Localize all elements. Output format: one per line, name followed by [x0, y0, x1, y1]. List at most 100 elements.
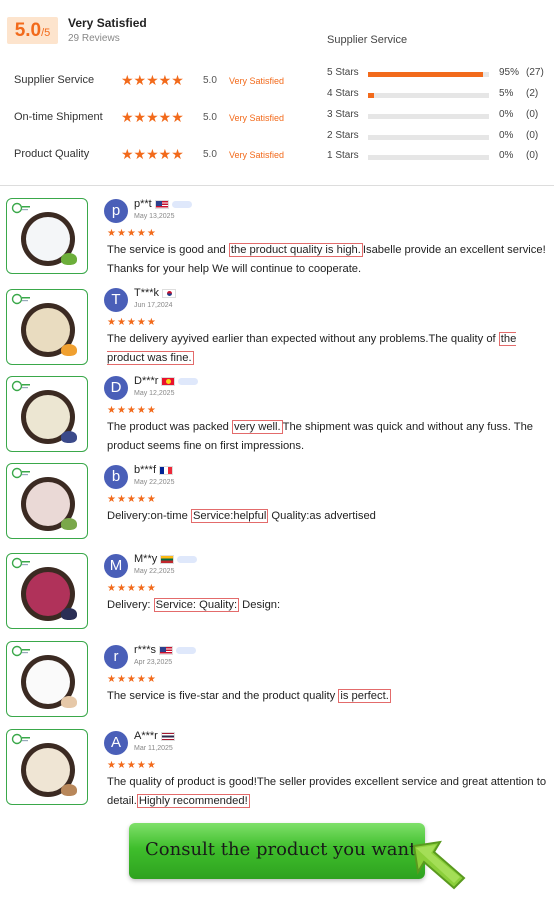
review-text: The service is good and the product qual… — [107, 241, 551, 279]
review-stars-icon: ★★★★★ — [107, 405, 157, 416]
reviewer-avatar: M — [104, 554, 128, 578]
verified-badge-icon — [171, 200, 192, 208]
product-thumbnail[interactable] — [6, 463, 88, 539]
rating-value: 5.0 — [203, 149, 217, 160]
product-thumbnail[interactable] — [6, 289, 88, 365]
overall-score-badge: 5.0/5 — [7, 17, 58, 44]
distribution-count: (27) — [526, 67, 544, 78]
rating-label: On-time Shipment — [14, 111, 103, 123]
distribution-row-5: 5 Stars 95% (27) — [327, 67, 551, 83]
reviews-count: 29 Reviews — [68, 33, 120, 44]
review-text-part: The service is five-star and the product… — [107, 690, 339, 702]
rating-row-product-quality: Product Quality ★★★★★ 5.0 Very Satisfied — [14, 146, 314, 166]
garnish-icon — [61, 344, 77, 356]
reviewer-avatar: b — [104, 465, 128, 489]
review-highlight: Service: Quality: — [153, 598, 240, 612]
garnish-icon — [61, 696, 77, 708]
five-stars-icon: ★★★★★ — [121, 146, 184, 162]
rating-text: Very Satisfied — [229, 76, 285, 86]
verified-badge-icon — [178, 377, 199, 385]
review-text-part: Delivery: — [107, 599, 154, 611]
reviewer-name: D***r — [134, 375, 159, 387]
satisfaction-title: Very Satisfied — [68, 16, 147, 30]
distribution-bar — [368, 93, 489, 98]
reviewer-name: p**t — [134, 198, 152, 210]
product-thumbnail[interactable] — [6, 376, 88, 452]
review-text-part: The service is good and — [107, 244, 229, 256]
consult-product-button[interactable]: Consult the product you want — [129, 823, 425, 879]
overall-score: 5.0 — [14, 20, 42, 41]
review-text: The quality of product is good!The selle… — [107, 773, 551, 811]
review-highlight: very well. — [232, 420, 283, 434]
distribution-label: 5 Stars — [327, 67, 359, 78]
garnish-icon — [61, 608, 77, 620]
verified-badge-icon — [176, 646, 197, 654]
review-text-part: Delivery:on-time — [107, 510, 191, 522]
distribution-bar — [368, 155, 489, 160]
review-text: Delivery:on-time Service:helpful Quality… — [107, 507, 551, 526]
review-text: The product was packed very well. The shi… — [107, 418, 551, 456]
rating-row-supplier-service: Supplier Service ★★★★★ 5.0 Very Satisfie… — [14, 72, 314, 92]
reviewer-name-line: D***r — [134, 375, 199, 387]
review-text-part: Design: — [239, 599, 281, 611]
review-stars-icon: ★★★★★ — [107, 494, 157, 505]
rating-text: Very Satisfied — [229, 113, 285, 123]
rating-value: 5.0 — [203, 75, 217, 86]
distribution-heading: Supplier Service — [327, 34, 408, 46]
review-text-part: Quality:as advertised — [268, 510, 376, 522]
review-highlight: is perfect. — [338, 689, 391, 703]
reviewer-name: r***s — [134, 644, 157, 656]
review-stars-icon: ★★★★★ — [107, 583, 157, 594]
brand-logo-icon — [11, 467, 30, 479]
distribution-bar — [368, 135, 489, 140]
reviewer-avatar: p — [104, 199, 128, 223]
distribution-percent: 0% — [499, 150, 514, 161]
reviewer-name-line: b***f — [134, 464, 174, 476]
review-date: May 22,2025 — [134, 479, 175, 486]
product-thumbnail[interactable] — [6, 729, 88, 805]
country-flag-icon — [160, 554, 175, 564]
rating-row-on-time-shipment: On-time Shipment ★★★★★ 5.0 Very Satisfie… — [14, 109, 314, 129]
review-date: Apr 23,2025 — [134, 659, 173, 666]
product-thumbnail[interactable] — [6, 641, 88, 717]
review-stars-icon: ★★★★★ — [107, 228, 157, 239]
distribution-bar-fill — [368, 72, 483, 77]
five-stars-icon: ★★★★★ — [121, 72, 184, 88]
review-date: Mar 11,2025 — [134, 745, 173, 752]
brand-logo-icon — [11, 380, 30, 392]
reviewer-name: A***r — [134, 730, 158, 742]
reviewer-avatar: r — [104, 645, 128, 669]
distribution-count: (0) — [526, 130, 539, 141]
country-flag-icon — [160, 731, 175, 741]
review-text-part: The product was packed — [107, 421, 232, 433]
brand-logo-icon — [11, 293, 30, 305]
review-text: The service is five-star and the product… — [107, 687, 551, 706]
distribution-percent: 95% — [499, 67, 520, 78]
distribution-bar — [368, 114, 489, 119]
distribution-count: (2) — [526, 88, 539, 99]
distribution-percent: 5% — [499, 88, 514, 99]
overall-score-suffix: /5 — [41, 27, 51, 39]
product-thumbnail[interactable] — [6, 198, 88, 274]
distribution-count: (0) — [526, 150, 539, 161]
distribution-label: 1 Stars — [327, 150, 359, 161]
arrow-pointer-icon — [412, 840, 466, 890]
rating-value: 5.0 — [203, 112, 217, 123]
garnish-icon — [61, 518, 77, 530]
country-flag-icon — [162, 288, 177, 298]
reviewer-name: M**y — [134, 553, 158, 565]
review-date: May 12,2025 — [134, 390, 175, 397]
review-date: May 22,2025 — [134, 568, 175, 575]
rating-summary: 5.0/5 Very Satisfied 29 Reviews Supplier… — [0, 0, 554, 185]
reviewer-name-line: T***k — [134, 287, 177, 299]
review-date: Jun 17,2024 — [134, 302, 173, 309]
review-highlight: the product quality is high. — [228, 243, 363, 257]
consult-product-button-label: Consult the product you want — [145, 839, 417, 860]
distribution-bar-fill — [368, 93, 375, 98]
review-stars-icon: ★★★★★ — [107, 760, 157, 771]
distribution-label: 3 Stars — [327, 109, 359, 120]
review-stars-icon: ★★★★★ — [107, 317, 157, 328]
country-flag-icon — [159, 645, 174, 655]
review-text: Delivery: Service: Quality: Design: — [107, 596, 551, 615]
product-thumbnail[interactable] — [6, 553, 88, 629]
